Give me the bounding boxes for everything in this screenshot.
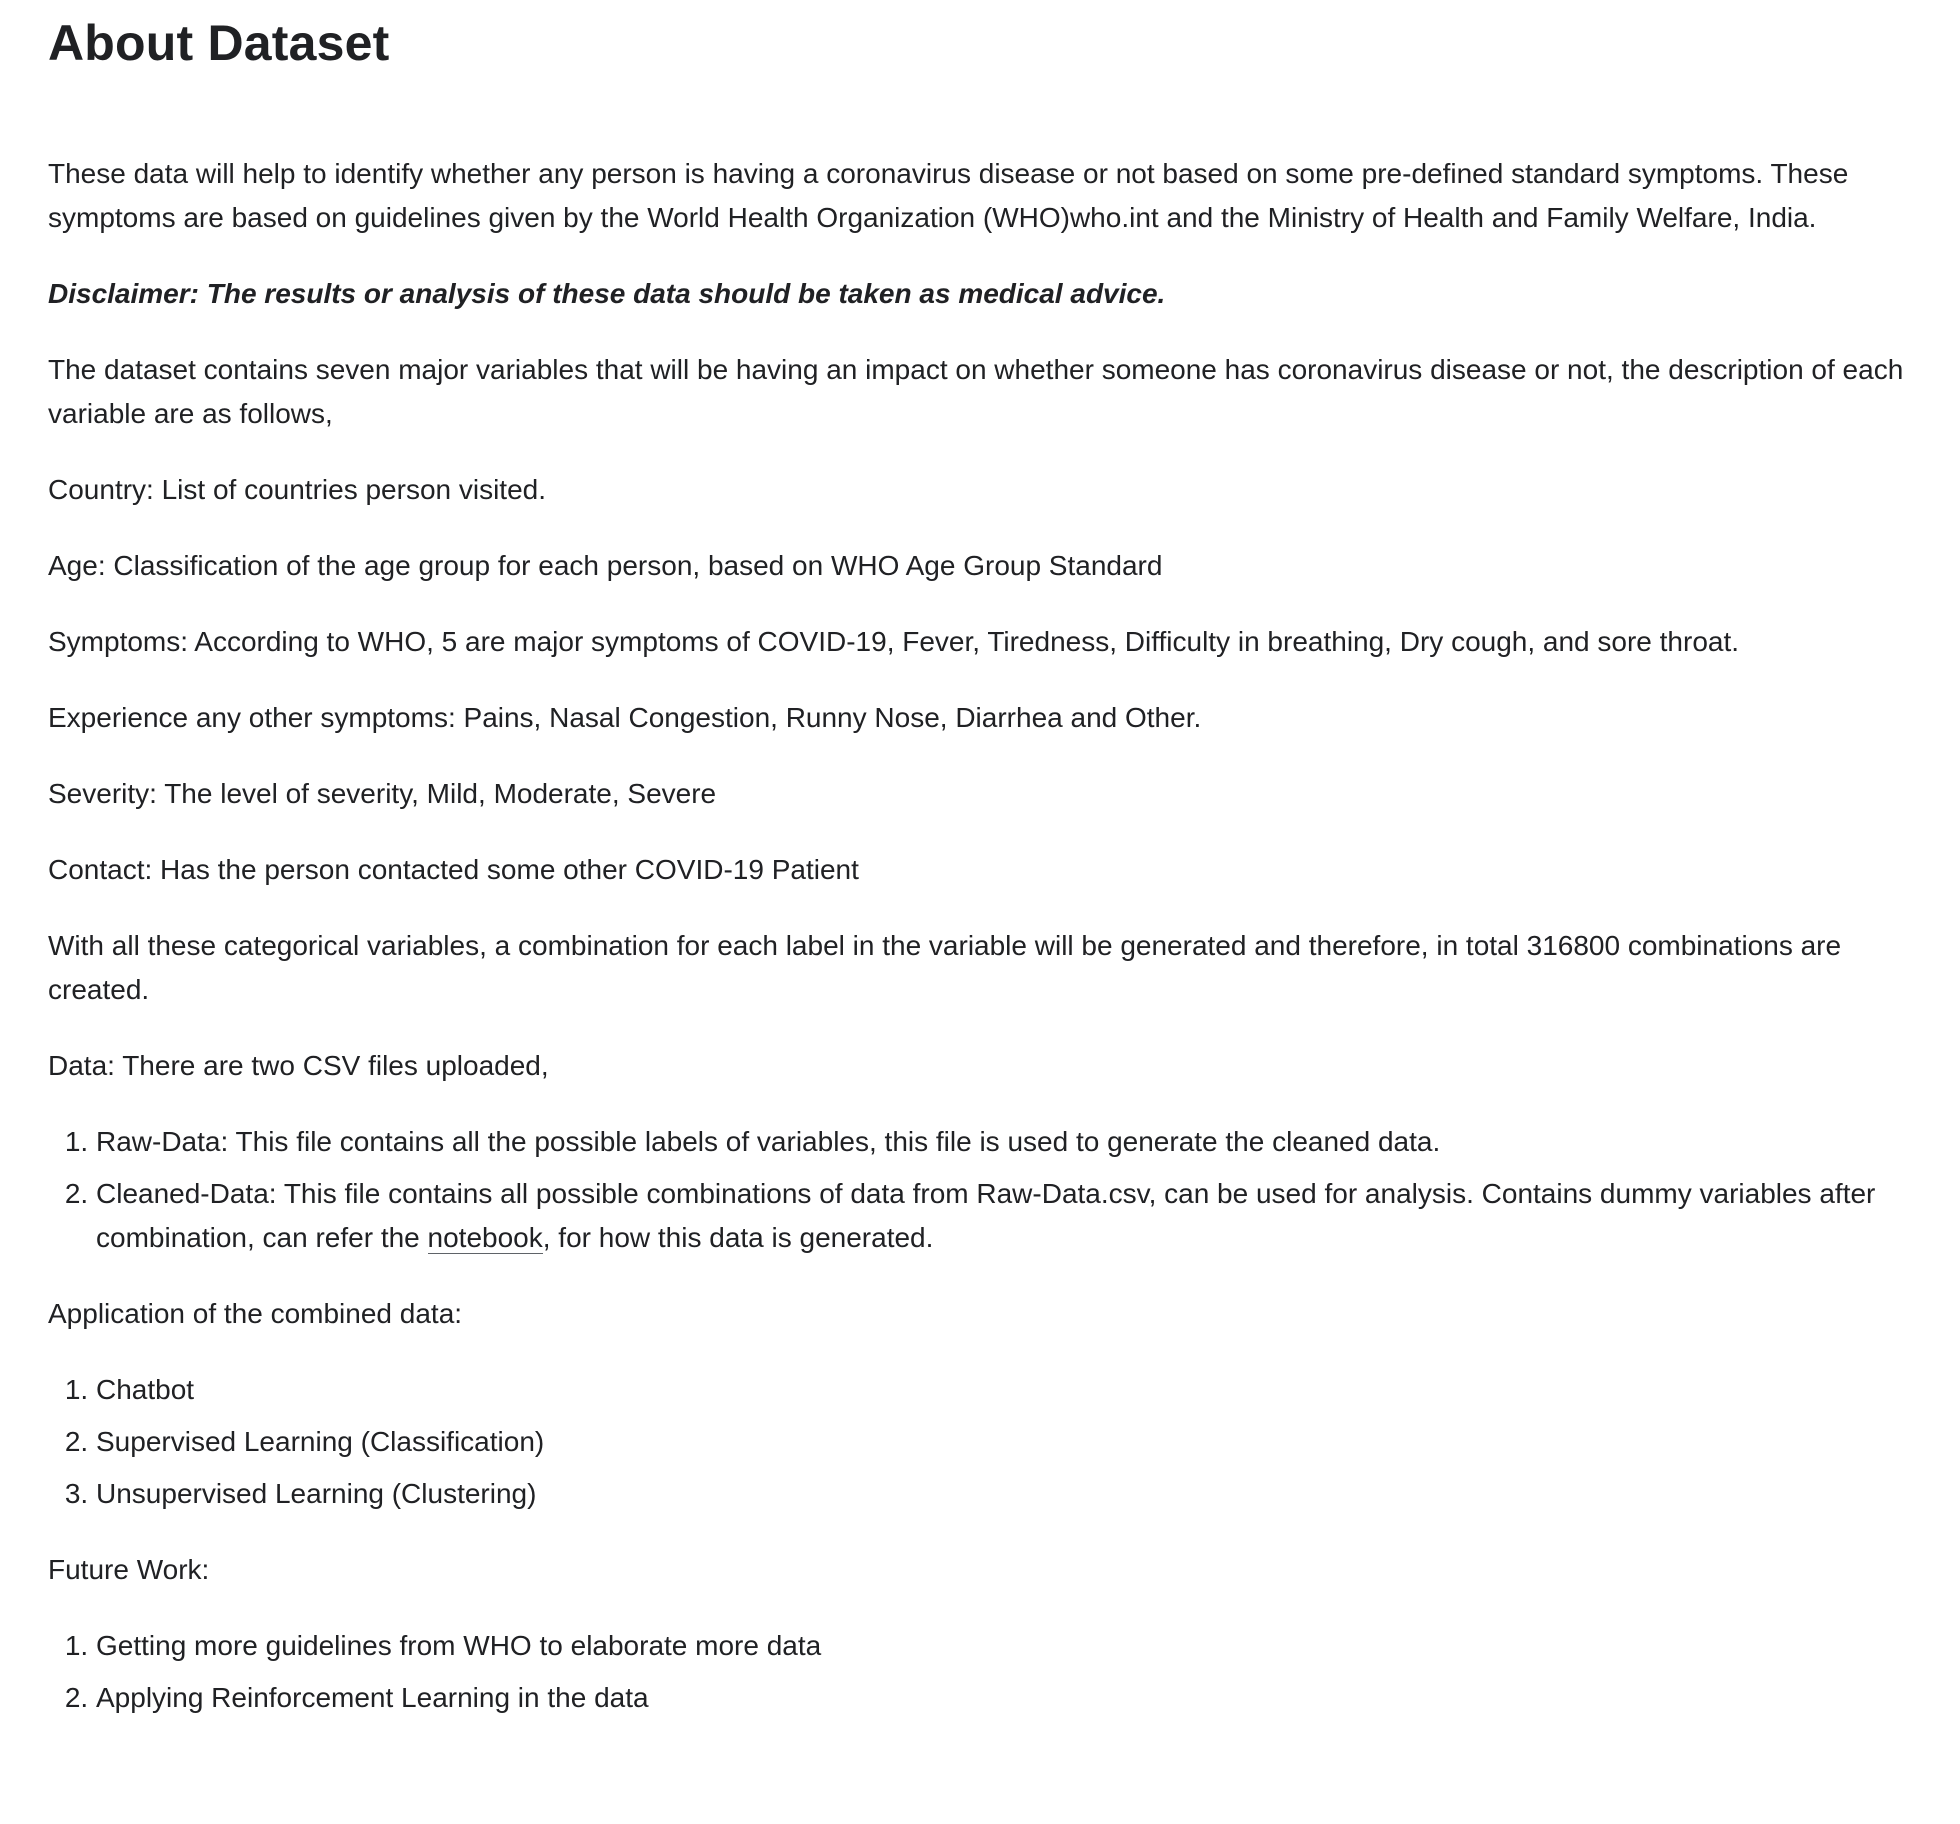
variable-symptoms: Symptoms: According to WHO, 5 are major … [48,626,1740,657]
applications-list: Chatbot Supervised Learning (Classificat… [48,1368,1938,1516]
combinations-paragraph: With all these categorical variables, a … [48,930,1842,1005]
variable-other-symptoms: Experience any other symptoms: Pains, Na… [48,702,1202,733]
dataset-description: About Dataset These data will help to id… [48,0,1938,1752]
cleaned-data-text: Cleaned-Data: This file contains all pos… [96,1178,1876,1253]
data-heading: Data: There are two CSV files uploaded, [48,1050,549,1081]
data-files-list: Raw-Data: This file contains all the pos… [48,1120,1938,1260]
list-item: Applying Reinforcement Learning in the d… [96,1676,1938,1720]
raw-data-text: Raw-Data: This file contains all the pos… [96,1126,1441,1157]
future-work-list: Getting more guidelines from WHO to elab… [48,1624,1938,1720]
intro-paragraph: These data will help to identify whether… [48,158,1849,233]
cleaned-data-text-end: , for how this data is generated. [542,1222,934,1253]
list-item: Getting more guidelines from WHO to elab… [96,1624,1938,1668]
application-heading: Application of the combined data: [48,1298,463,1329]
variable-age: Age: Classification of the age group for… [48,550,1163,581]
list-item: Chatbot [96,1368,1938,1412]
notebook-link[interactable]: notebook [427,1222,543,1254]
list-item-raw-data: Raw-Data: This file contains all the pos… [96,1120,1938,1164]
list-item-cleaned-data: Cleaned-Data: This file contains all pos… [96,1172,1938,1260]
variable-severity: Severity: The level of severity, Mild, M… [48,778,717,809]
disclaimer-text: Disclaimer: The results or analysis of t… [48,278,1166,309]
list-item: Supervised Learning (Classification) [96,1420,1938,1464]
dataset-intro-paragraph: The dataset contains seven major variabl… [48,354,1904,429]
variable-country: Country: List of countries person visite… [48,474,547,505]
list-item: Unsupervised Learning (Clustering) [96,1472,1938,1516]
future-work-heading: Future Work: [48,1554,210,1585]
page-title: About Dataset [48,15,390,71]
description-body: These data will help to identify whether… [48,152,1938,1720]
variable-contact: Contact: Has the person contacted some o… [48,854,859,885]
